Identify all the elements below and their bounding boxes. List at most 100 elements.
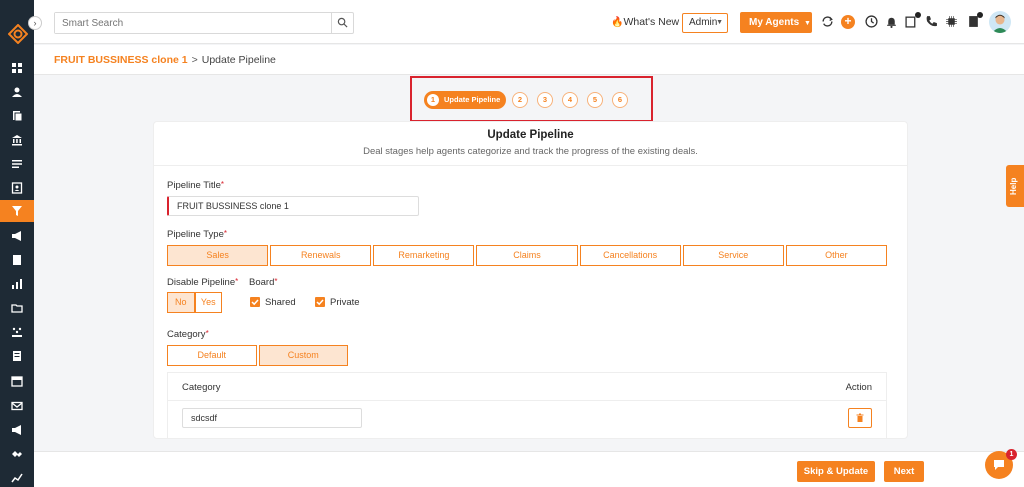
- fire-icon: 🔥: [611, 17, 624, 28]
- sidebar-collapse-button[interactable]: ›: [28, 16, 42, 30]
- search-button[interactable]: [331, 13, 353, 33]
- admin-select[interactable]: Admin ▼: [682, 13, 728, 33]
- required-mark: *: [274, 277, 278, 286]
- pipeline-title-label: Pipeline Title*: [167, 180, 224, 191]
- app-logo-icon[interactable]: [7, 23, 29, 45]
- step-3[interactable]: 3: [537, 92, 553, 108]
- board-shared-label: Shared: [265, 297, 296, 308]
- contacts-icon[interactable]: [10, 85, 24, 99]
- disable-no-option[interactable]: No: [167, 292, 195, 313]
- board-shared-checkbox[interactable]: [250, 297, 260, 307]
- board-private-label: Private: [330, 297, 360, 308]
- card-subtitle: Deal stages help agents categorize and t…: [363, 146, 698, 157]
- dashboard-icon[interactable]: [10, 61, 24, 75]
- bell-icon[interactable]: [885, 15, 898, 28]
- pipeline-stepper: 1 Update Pipeline 2 3 4 5 6: [410, 76, 653, 122]
- bank-icon[interactable]: [10, 133, 24, 147]
- chevron-down-icon: ▼: [716, 19, 723, 26]
- next-button[interactable]: Next: [884, 461, 924, 482]
- notification-icon[interactable]: [905, 12, 921, 28]
- column-header-action: Action: [845, 382, 872, 393]
- skip-and-update-button[interactable]: Skip & Update: [797, 461, 875, 482]
- category-default-option[interactable]: Default: [167, 345, 257, 366]
- pipeline-filter-icon[interactable]: [0, 200, 34, 222]
- category-table-header: Category Action: [168, 373, 886, 401]
- update-pipeline-card: Update Pipeline Deal stages help agents …: [153, 121, 908, 439]
- check-icon: [251, 299, 259, 306]
- notification-dot: [915, 12, 921, 18]
- breadcrumb: FRUIT BUSSINESS clone 1 > Update Pipeline: [54, 54, 276, 66]
- bar-chart-icon[interactable]: [10, 277, 24, 291]
- mail-icon[interactable]: [10, 399, 24, 413]
- pipeline-type-service[interactable]: Service: [682, 245, 784, 266]
- pipeline-type-renewals[interactable]: Renewals: [270, 245, 372, 266]
- calendar-icon[interactable]: [10, 374, 24, 388]
- required-mark: *: [235, 277, 239, 286]
- pipeline-title-input[interactable]: FRUIT BUSSINESS clone 1: [167, 196, 419, 216]
- disable-pipeline-toggle: No Yes: [167, 292, 222, 313]
- my-agents-button[interactable]: My Agents ▼: [740, 12, 812, 33]
- clock-icon[interactable]: [865, 15, 878, 28]
- step-1-active[interactable]: 1 Update Pipeline: [424, 91, 506, 109]
- calculator-icon[interactable]: [967, 12, 983, 28]
- trash-icon: [856, 413, 864, 422]
- disable-yes-option[interactable]: Yes: [194, 292, 222, 313]
- delete-category-button[interactable]: [848, 408, 872, 428]
- documents-icon[interactable]: [10, 109, 24, 123]
- list-icon[interactable]: [10, 157, 24, 171]
- pipeline-type-remarketing[interactable]: Remarketing: [373, 245, 475, 266]
- step-5[interactable]: 5: [587, 92, 603, 108]
- step-number: 1: [427, 94, 439, 106]
- sheet-icon[interactable]: [10, 349, 24, 363]
- check-icon: [316, 299, 324, 306]
- pipeline-type-tabs: Sales Renewals Remarketing Claims Cancel…: [167, 245, 887, 266]
- disable-pipeline-label: Disable Pipeline*: [167, 277, 239, 288]
- search-icon: [337, 17, 348, 28]
- whats-new-link[interactable]: 🔥What's New: [611, 16, 679, 28]
- chat-icon: [994, 460, 1004, 470]
- status-dot: [977, 12, 983, 18]
- step-6[interactable]: 6: [612, 92, 628, 108]
- pipeline-type-other[interactable]: Other: [785, 245, 887, 266]
- smart-search-input[interactable]: [55, 13, 333, 33]
- breadcrumb-bar: FRUIT BUSSINESS clone 1 > Update Pipeline: [34, 45, 1024, 75]
- chevron-down-icon: ▼: [803, 20, 811, 27]
- category-label: Category*: [167, 329, 209, 340]
- sidebar: ›: [0, 0, 42, 487]
- category-row-input[interactable]: sdcsdf: [182, 408, 362, 428]
- help-tab[interactable]: Help: [1006, 165, 1024, 207]
- category-custom-option[interactable]: Custom: [258, 345, 348, 366]
- step-2[interactable]: 2: [512, 92, 528, 108]
- folder-icon[interactable]: [10, 301, 24, 315]
- step-4[interactable]: 4: [562, 92, 578, 108]
- pipeline-type-cancellations[interactable]: Cancellations: [579, 245, 681, 266]
- announcement-icon[interactable]: [10, 423, 24, 437]
- card-header: Update Pipeline Deal stages help agents …: [154, 122, 907, 166]
- document-icon[interactable]: [10, 253, 24, 267]
- board-private-checkbox[interactable]: [315, 297, 325, 307]
- megaphone-icon[interactable]: [10, 229, 24, 243]
- step-label: Update Pipeline: [444, 95, 501, 104]
- breadcrumb-current: Update Pipeline: [201, 54, 276, 66]
- chat-badge: 1: [1006, 449, 1017, 460]
- column-header-category: Category: [182, 382, 221, 393]
- category-table: Category Action sdcsdf: [167, 372, 887, 438]
- pipeline-type-claims[interactable]: Claims: [476, 245, 578, 266]
- chat-launcher-button[interactable]: 1: [985, 449, 1017, 479]
- help-label: Help: [1009, 177, 1018, 195]
- top-bar: 🔥What's New Admin▼ My Agents ▼ +: [34, 0, 1024, 44]
- chip-icon[interactable]: [945, 15, 958, 28]
- breadcrumb-separator: >: [191, 54, 198, 66]
- trend-chart-icon[interactable]: [10, 471, 24, 485]
- user-avatar[interactable]: [989, 11, 1011, 33]
- add-icon[interactable]: +: [841, 15, 855, 29]
- handshake-icon[interactable]: [10, 447, 24, 461]
- footer-bar: Skip & Update Next: [34, 451, 1024, 487]
- contact-card-icon[interactable]: [10, 181, 24, 195]
- pipeline-type-sales[interactable]: Sales: [167, 245, 269, 266]
- analytics-icon[interactable]: [10, 325, 24, 339]
- refresh-icon[interactable]: [821, 15, 834, 28]
- board-label: Board*: [249, 277, 278, 288]
- breadcrumb-parent-link[interactable]: FRUIT BUSSINESS clone 1: [54, 54, 188, 66]
- phone-icon[interactable]: [925, 15, 938, 28]
